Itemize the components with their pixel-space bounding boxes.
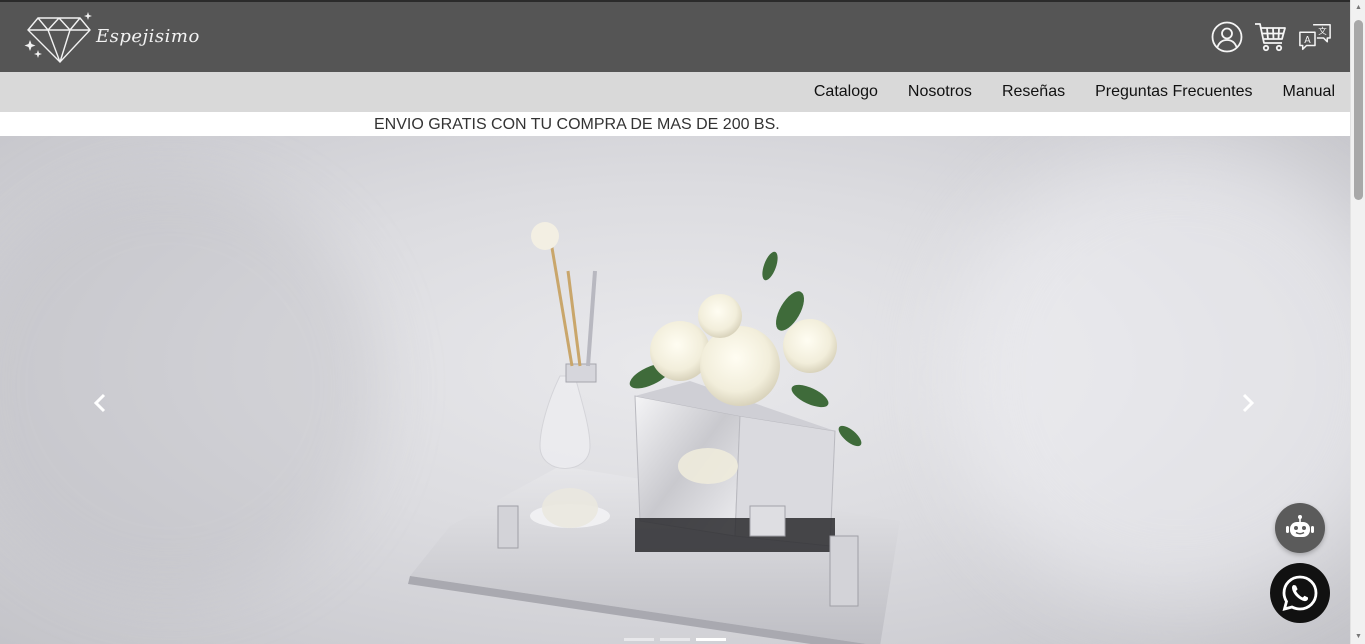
- scroll-thumb[interactable]: [1354, 20, 1363, 200]
- logo-text: Espejisimo: [96, 26, 200, 47]
- whatsapp-button[interactable]: [1270, 563, 1330, 623]
- nav-item-manual[interactable]: Manual: [1283, 83, 1335, 101]
- hero-product-image: [408, 222, 900, 644]
- carousel-prev-button[interactable]: [85, 388, 115, 418]
- promo-text: ENVIO GRATIS CON TU COMPRA DE MAS DE 200…: [374, 116, 780, 133]
- shopping-cart-icon[interactable]: [1254, 20, 1288, 54]
- nav-item-nosotros[interactable]: Nosotros: [908, 83, 972, 101]
- user-account-icon[interactable]: [1210, 20, 1244, 54]
- page: Espejisimo A 文 Catalogo Nosotros Reseñas…: [0, 0, 1365, 644]
- nav-links: Catalogo Nosotros Reseñas Preguntas Frec…: [814, 72, 1335, 112]
- robot-icon: [1286, 515, 1314, 537]
- chatbot-button[interactable]: [1275, 503, 1325, 553]
- carousel-indicators: [624, 638, 726, 641]
- carousel-indicator-2[interactable]: [660, 638, 690, 641]
- chevron-right-icon: [1242, 393, 1255, 413]
- svg-text:A: A: [1304, 35, 1311, 46]
- hero-carousel: [0, 136, 1350, 644]
- scroll-down-arrow-icon[interactable]: ▼: [1354, 632, 1363, 641]
- whatsapp-icon: [1282, 575, 1318, 611]
- svg-text:文: 文: [1318, 26, 1327, 37]
- nav-item-catalogo[interactable]: Catalogo: [814, 83, 878, 101]
- promo-banner: ENVIO GRATIS CON TU COMPRA DE MAS DE 200…: [0, 112, 1350, 136]
- logo[interactable]: Espejisimo: [24, 10, 199, 68]
- page-scrollbar[interactable]: ▲ ▼: [1350, 0, 1365, 644]
- nav-item-resenas[interactable]: Reseñas: [1002, 83, 1065, 101]
- header-icons: A 文: [1210, 20, 1332, 54]
- header-bar: Espejisimo A 文: [0, 0, 1350, 72]
- carousel-indicator-1[interactable]: [624, 638, 654, 641]
- scroll-up-arrow-icon[interactable]: ▲: [1354, 3, 1363, 12]
- chevron-left-icon: [93, 393, 106, 413]
- nav-item-faq[interactable]: Preguntas Frecuentes: [1095, 83, 1252, 101]
- main-nav: Catalogo Nosotros Reseñas Preguntas Frec…: [0, 72, 1350, 112]
- carousel-next-button[interactable]: [1233, 388, 1263, 418]
- carousel-indicator-3[interactable]: [696, 638, 726, 641]
- diamond-logo-icon: [24, 12, 92, 64]
- translate-icon[interactable]: A 文: [1298, 20, 1332, 54]
